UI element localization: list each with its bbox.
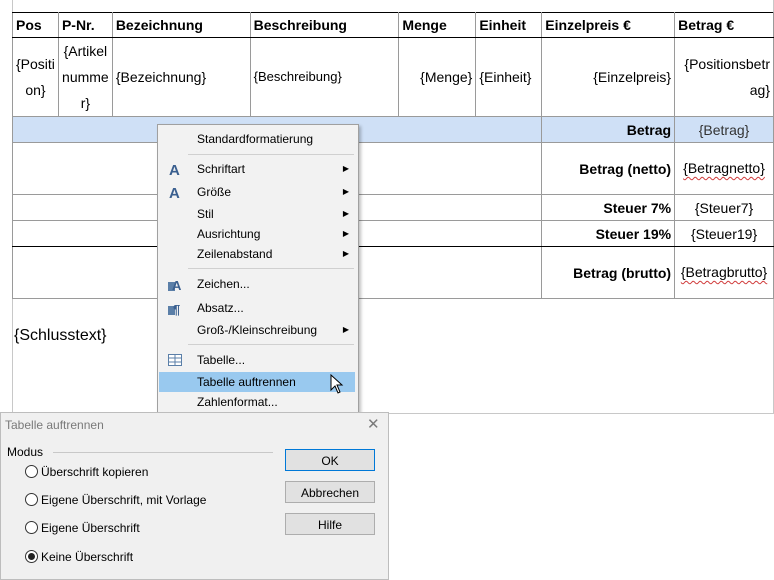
cell-einheit[interactable]: {Einheit} bbox=[475, 37, 543, 117]
header-bezeichnung: Bezeichnung bbox=[111, 12, 251, 38]
menu-separator bbox=[188, 268, 354, 269]
table-row[interactable]: Betrag (brutto) {Betragbrutto} bbox=[11, 246, 774, 299]
total-value[interactable]: {Betragbrutto} bbox=[674, 246, 774, 299]
total-label[interactable]: Betrag (netto) bbox=[541, 142, 676, 195]
menu-item-absatz[interactable]: ¶ Absatz... bbox=[159, 298, 355, 318]
context-menu: Standardformatierung A Schriftart ▶ A Gr… bbox=[157, 124, 359, 415]
header-einheit: Einheit bbox=[475, 12, 543, 38]
submenu-arrow-icon: ▶ bbox=[342, 187, 349, 196]
total-label[interactable]: Betrag (brutto) bbox=[541, 246, 676, 299]
menu-item-stil[interactable]: Stil ▶ bbox=[159, 204, 355, 224]
cell-betrag[interactable]: {Positionsbetrag} bbox=[674, 37, 774, 117]
svg-text:A: A bbox=[169, 185, 180, 200]
total-value[interactable]: {Steuer19} bbox=[674, 220, 774, 247]
svg-text:A: A bbox=[172, 278, 182, 292]
menu-item-zeichen[interactable]: A Zeichen... bbox=[159, 274, 355, 294]
header-pnr: P-Nr. bbox=[57, 12, 113, 38]
table-icon bbox=[167, 352, 183, 368]
radio-button[interactable] bbox=[25, 521, 38, 534]
svg-text:¶: ¶ bbox=[173, 302, 180, 316]
mouse-cursor-icon bbox=[330, 373, 344, 397]
cell-menge[interactable]: {Menge} bbox=[398, 37, 477, 117]
submenu-arrow-icon: ▶ bbox=[342, 209, 349, 218]
table-row[interactable]: Betrag (netto) {Betragnetto} bbox=[11, 142, 774, 195]
dialog-title: Tabelle auftrennen bbox=[5, 418, 104, 432]
menu-item-gross-klein[interactable]: Groß-/Kleinschreibung ▶ bbox=[159, 320, 355, 340]
cell-einzelpreis[interactable]: {Einzelpreis} bbox=[541, 37, 676, 117]
table-row-selected[interactable]: Betrag {Betrag} bbox=[11, 116, 774, 143]
submenu-arrow-icon: ▶ bbox=[342, 325, 349, 334]
radio-button[interactable] bbox=[25, 465, 38, 478]
invoice-table[interactable]: Pos P-Nr. Bezeichnung Beschreibung Menge… bbox=[11, 12, 774, 299]
cell-bezeichnung[interactable]: {Bezeichnung} bbox=[111, 37, 251, 117]
cancel-button[interactable]: Abbrechen bbox=[285, 481, 375, 503]
menu-separator bbox=[188, 154, 354, 155]
total-label[interactable]: Steuer 7% bbox=[541, 194, 676, 221]
header-betrag: Betrag € bbox=[674, 12, 774, 38]
menu-item-zahlenformat[interactable]: Zahlenformat... bbox=[159, 392, 355, 412]
font-icon: A bbox=[167, 161, 183, 179]
close-icon[interactable]: ✕ bbox=[367, 415, 380, 433]
menu-item-zeilenabstand[interactable]: Zeilenabstand ▶ bbox=[159, 244, 355, 264]
header-menge: Menge bbox=[398, 12, 477, 38]
menu-item-standardformatierung[interactable]: Standardformatierung bbox=[159, 129, 355, 149]
total-value[interactable]: {Steuer7} bbox=[674, 194, 774, 221]
total-label[interactable]: Steuer 19% bbox=[541, 220, 676, 247]
font-size-icon: A bbox=[167, 184, 183, 202]
cell-beschreibung[interactable]: {Beschreibung} bbox=[249, 37, 400, 117]
closing-text[interactable]: {Schlusstext} bbox=[14, 327, 107, 345]
header-einzelpreis: Einzelpreis € bbox=[541, 12, 676, 38]
menu-item-schriftart[interactable]: A Schriftart ▶ bbox=[159, 159, 355, 179]
help-button[interactable]: Hilfe bbox=[285, 513, 375, 535]
paragraph-icon: ¶ bbox=[167, 300, 183, 317]
table-row[interactable]: Steuer 19% {Steuer19} bbox=[11, 220, 774, 247]
radio-button-selected[interactable] bbox=[25, 550, 38, 563]
menu-item-groesse[interactable]: A Größe ▶ bbox=[159, 182, 355, 202]
submenu-arrow-icon: ▶ bbox=[342, 164, 349, 173]
menu-item-tabelle-auftrennen[interactable]: Tabelle auftrennen bbox=[159, 372, 355, 392]
table-row[interactable]: {Position} {Artikelnummer} {Bezeichnung}… bbox=[12, 37, 774, 117]
split-table-dialog: Tabelle auftrennen ✕ Modus Überschrift k… bbox=[0, 412, 389, 580]
submenu-arrow-icon: ▶ bbox=[342, 249, 349, 258]
total-value[interactable]: {Betragnetto} bbox=[674, 142, 774, 195]
total-value[interactable]: {Betrag} bbox=[674, 116, 774, 143]
radio-button[interactable] bbox=[25, 493, 38, 506]
menu-item-ausrichtung[interactable]: Ausrichtung ▶ bbox=[159, 224, 355, 244]
group-label: Modus bbox=[7, 445, 44, 459]
header-beschreibung: Beschreibung bbox=[249, 12, 400, 38]
svg-text:A: A bbox=[169, 162, 180, 177]
table-row[interactable]: Steuer 7% {Steuer7} bbox=[11, 194, 774, 221]
table-header-row: Pos P-Nr. Bezeichnung Beschreibung Menge… bbox=[12, 12, 774, 38]
cell-pnr[interactable]: {Artikelnummer} bbox=[57, 37, 113, 117]
submenu-arrow-icon: ▶ bbox=[342, 229, 349, 238]
header-pos: Pos bbox=[12, 12, 59, 38]
character-icon: A bbox=[167, 276, 183, 293]
menu-separator bbox=[188, 344, 354, 345]
menu-item-tabelle[interactable]: Tabelle... bbox=[159, 350, 355, 370]
group-divider bbox=[53, 452, 273, 453]
total-label[interactable]: Betrag bbox=[541, 116, 676, 143]
cell-pos[interactable]: {Position} bbox=[12, 37, 59, 117]
ok-button[interactable]: OK bbox=[285, 449, 375, 471]
document-area: Pos P-Nr. Bezeichnung Beschreibung Menge… bbox=[0, 0, 774, 414]
